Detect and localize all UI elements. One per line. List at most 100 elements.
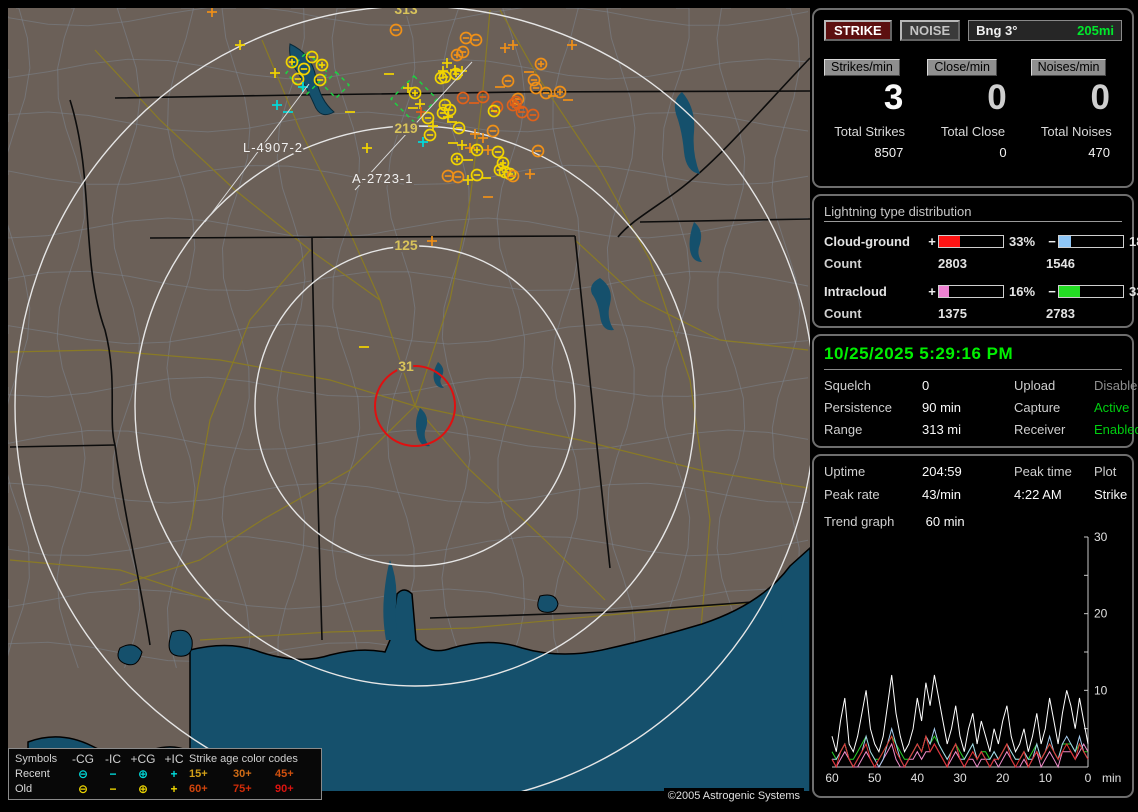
minus-icon: − <box>109 766 117 781</box>
total-noises-label: Total Noises <box>1040 124 1112 139</box>
plus-icon: + <box>170 781 178 796</box>
distribution-title: Lightning type distribution <box>824 204 1122 222</box>
minus-icon: − <box>109 781 117 796</box>
y-tick-label: 10 <box>1094 683 1108 697</box>
total-strikes-label: Total Strikes <box>834 124 906 139</box>
side-panel: STRIKE NOISE Bng 3° 205mi Strikes/min 3 … <box>812 8 1138 804</box>
strike-toggle-button[interactable]: STRIKE <box>824 20 892 41</box>
capture-label: Capture <box>1014 400 1061 415</box>
cloud-ground-label: Cloud-ground <box>824 233 910 249</box>
noises-per-min-value: 0 <box>1090 78 1110 117</box>
trend-series-ic <box>831 734 1088 761</box>
legend-header-pic: +IC <box>164 751 184 766</box>
strikes-per-min-chip[interactable]: Strikes/min <box>824 59 900 76</box>
cg-plus-count: 2803 <box>938 255 967 271</box>
circled-minus-icon: ⊖ <box>77 766 89 781</box>
circled-plus-icon: ⊕ <box>137 766 149 781</box>
peak-time-value: 4:22 AM <box>1014 487 1062 502</box>
legend-header-pcg: +CG <box>130 751 156 766</box>
range-label: Range <box>824 422 863 437</box>
close-per-min-value: 0 <box>987 78 1007 117</box>
circled-plus-icon: ⊕ <box>137 781 149 796</box>
trend-series-totalstrikes <box>831 674 1089 754</box>
map-display[interactable]: L-4907-2 A-2723-1 313 219 125 31 Symbols … <box>8 8 810 804</box>
plot-label: Plot <box>1094 464 1117 479</box>
receiver-status: Enabled <box>1094 422 1138 437</box>
x-tick-label: 10 <box>1039 771 1053 785</box>
ic-plus-count: 1375 <box>938 305 967 321</box>
x-tick-label: 50 <box>868 771 882 785</box>
cg-minus-bar <box>1058 234 1124 248</box>
peak-time-label: Peak time <box>1014 464 1072 479</box>
x-tick-label: 40 <box>911 771 925 785</box>
age-badge-30: 30+ <box>233 767 252 780</box>
legend-header-row: Symbols -CG -IC +CG +IC Strike age color… <box>15 751 315 766</box>
squelch-value: 0 <box>922 378 930 393</box>
noise-toggle-button[interactable]: NOISE <box>899 20 961 41</box>
capture-status: Active <box>1094 400 1130 415</box>
ring-label-313: 313 <box>394 8 418 17</box>
ring-label-31: 31 <box>398 358 414 374</box>
legend-header-ages: Strike age color codes <box>189 752 298 765</box>
receiver-label: Receiver <box>1014 422 1066 437</box>
trend-graph-label: Trend graph <box>824 514 895 529</box>
legend-header-nic: -IC <box>105 751 121 766</box>
cloud-ground-row: Cloud-ground + 33% − 18% <box>824 230 1138 252</box>
age-badge-60: 60+ <box>189 782 208 795</box>
plus-icon: + <box>170 766 178 781</box>
minus-icon: − <box>1048 283 1056 299</box>
y-tick-label: 20 <box>1094 607 1108 621</box>
ring-label-219: 219 <box>394 120 418 136</box>
trend-graph-window: 60 min <box>925 514 965 529</box>
ic-plus-pct: 16% <box>1009 283 1036 299</box>
counters-panel: STRIKE NOISE Bng 3° 205mi Strikes/min 3 … <box>812 8 1134 188</box>
upload-status: Disabled <box>1094 378 1138 393</box>
circled-minus-icon: ⊖ <box>77 781 89 796</box>
ic-minus-bar <box>1058 284 1124 298</box>
cg-plus-pct: 33% <box>1009 233 1036 249</box>
legend-header-symbols: Symbols <box>15 752 58 765</box>
datetime-display: 10/25/2025 5:29:16 PM <box>824 344 1122 370</box>
ring-label-125: 125 <box>394 237 418 253</box>
trend-panel: Uptime 204:59 Peak time Plot Peak rate 4… <box>812 454 1134 798</box>
trend-graph-chart: 10 20 30 60 50 40 30 20 10 0 min <box>825 530 1121 785</box>
age-badge-15: 15+ <box>189 767 208 780</box>
persistence-value: 90 min <box>922 400 962 415</box>
legend-row-recent: Recent ⊖ − ⊕ + 15+ 30+ 45+ <box>15 766 315 781</box>
range-value: 313 mi <box>922 422 962 437</box>
status-panel: 10/25/2025 5:29:16 PM Squelch 0 Upload D… <box>812 334 1138 448</box>
copyright-text: ©2005 Astrogenic Systems <box>663 788 804 804</box>
noises-per-min-chip[interactable]: Noises/min <box>1030 59 1107 76</box>
minus-icon: − <box>1048 233 1056 249</box>
legend-header-ncg: -CG <box>72 751 94 766</box>
age-badge-45: 45+ <box>275 767 294 780</box>
strikes-per-min-value: 3 <box>883 78 904 117</box>
total-close-value: 0 <box>999 145 1007 160</box>
peak-rate-value: 43/min <box>922 487 962 502</box>
lightning-map[interactable]: L-4907-2 A-2723-1 313 219 125 31 <box>8 8 810 804</box>
persistence-label: Persistence <box>824 400 892 415</box>
ic-plus-bar <box>938 284 1004 298</box>
storm-cell-id-label: A-2723-1 <box>352 171 413 186</box>
legend-label-recent: Recent <box>15 767 50 780</box>
squelch-label: Squelch <box>824 378 871 393</box>
upload-label: Upload <box>1014 378 1056 393</box>
storm-cell-id-label: L-4907-2 <box>243 140 303 155</box>
y-tick-label: 30 <box>1094 531 1108 544</box>
x-tick-label: 20 <box>996 771 1010 785</box>
close-per-min-chip[interactable]: Close/min <box>927 59 997 76</box>
legend-row-old: Old ⊖ − ⊕ + 60+ 75+ 90+ <box>15 781 315 796</box>
plus-icon: + <box>928 283 936 299</box>
intracloud-label: Intracloud <box>824 283 887 299</box>
total-strikes-value: 8507 <box>874 145 904 160</box>
x-axis-unit: min <box>1102 771 1121 785</box>
total-noises-value: 470 <box>1088 145 1110 160</box>
cg-plus-bar <box>938 234 1004 248</box>
x-tick-label: 0 <box>1085 771 1092 785</box>
cg-count-label: Count <box>824 255 862 271</box>
ic-count-label: Count <box>824 305 862 321</box>
bearing-distance: 205mi <box>1077 23 1114 38</box>
age-badge-75: 75+ <box>233 782 252 795</box>
map-legend: Symbols -CG -IC +CG +IC Strike age color… <box>8 748 322 800</box>
ic-minus-count: 2783 <box>1046 305 1075 321</box>
